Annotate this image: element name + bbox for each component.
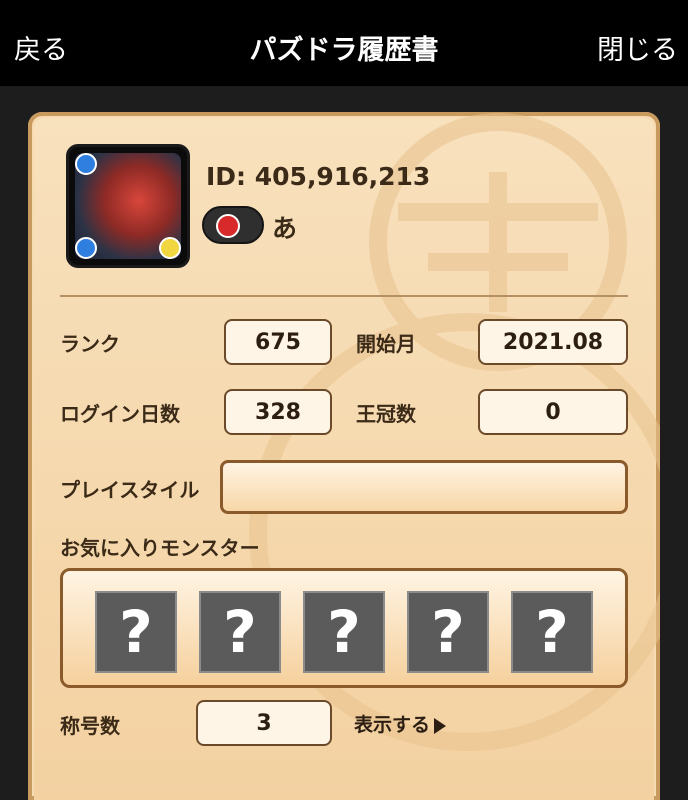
badge-emblem-icon bbox=[216, 214, 240, 238]
rank-value: 675 bbox=[224, 319, 332, 365]
title-count-label: 称号数 bbox=[60, 714, 120, 738]
crown-count-value: 0 bbox=[478, 389, 628, 435]
favorite-slot-5[interactable]: ? bbox=[511, 591, 593, 673]
player-name: あ bbox=[272, 214, 298, 243]
page-title: パズドラ履歴書 bbox=[249, 35, 439, 66]
playstyle-field[interactable] bbox=[220, 460, 628, 514]
favorite-slot-4[interactable]: ? bbox=[407, 591, 489, 673]
login-days-value: 328 bbox=[224, 389, 332, 435]
title-count-value: 3 bbox=[196, 700, 332, 746]
water-orb-icon bbox=[75, 153, 97, 175]
show-titles-label: 表示する bbox=[354, 714, 431, 736]
favorite-slot-3[interactable]: ? bbox=[303, 591, 385, 673]
divider bbox=[60, 295, 628, 297]
favorite-monsters-panel: ? ? ? ? ? bbox=[60, 568, 628, 688]
play-arrow-icon bbox=[434, 717, 447, 734]
water-orb-icon bbox=[75, 237, 97, 259]
player-avatar[interactable] bbox=[66, 144, 190, 268]
rank-label: ランク bbox=[60, 332, 120, 356]
crown-count-label: 王冠数 bbox=[356, 402, 416, 426]
show-titles-link[interactable]: 表示する bbox=[354, 710, 447, 737]
start-month-label: 開始月 bbox=[356, 332, 416, 356]
player-id: ID: 405,916,213 bbox=[206, 162, 431, 191]
favorite-slot-1[interactable]: ? bbox=[95, 591, 177, 673]
profile-card: ID: 405,916,213 あ ランク 675 開始月 2021.08 ログ… bbox=[28, 112, 660, 800]
start-month-value: 2021.08 bbox=[478, 319, 628, 365]
status-badge bbox=[202, 206, 264, 244]
playstyle-label: プレイスタイル bbox=[60, 478, 200, 502]
top-bar: 戻る パズドラ履歴書 閉じる bbox=[0, 0, 688, 86]
favorite-monsters-label: お気に入りモンスター bbox=[60, 536, 260, 560]
light-orb-icon bbox=[159, 237, 181, 259]
login-days-label: ログイン日数 bbox=[60, 402, 180, 426]
close-button[interactable]: 閉じる bbox=[597, 28, 678, 67]
favorite-slot-2[interactable]: ? bbox=[199, 591, 281, 673]
